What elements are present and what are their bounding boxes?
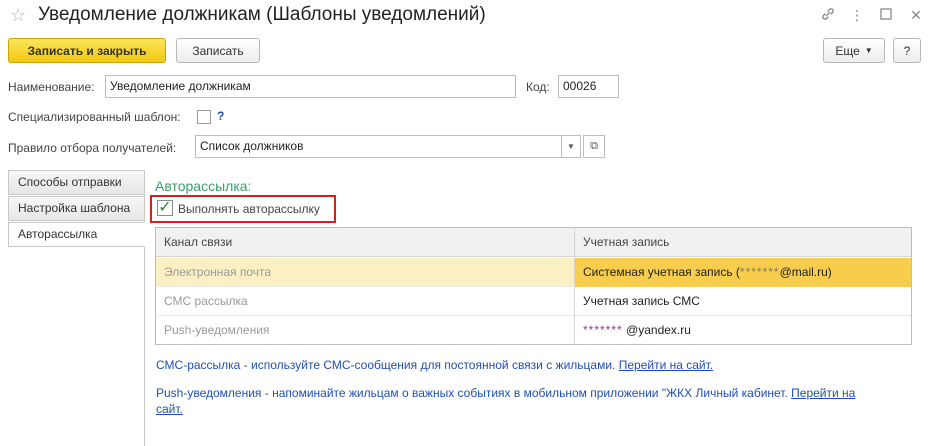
channels-table: Канал связи Учетная запись Электронная п… [155,227,912,345]
name-label: Наименование: [8,80,95,94]
autosend-group-title: Авторассылка: [155,178,252,194]
rule-select[interactable]: Список должников [195,135,562,158]
more-button[interactable]: Еще ▼ [823,38,885,63]
rule-label: Правило отбора получателей: [8,141,177,155]
open-icon[interactable]: ⧉ [583,135,605,158]
account-mask: ******* [583,323,623,337]
sms-info-text: СМС-рассылка - используйте СМС-сообщения… [156,357,916,373]
account-cell: Системная учетная запись (*******@mail.r… [575,258,911,287]
table-row[interactable]: Электронная почта Системная учетная запи… [156,258,911,287]
channel-cell: СМС рассылка [164,294,248,308]
push-site-link[interactable]: Перейти на [791,386,855,400]
code-label: Код: [526,80,550,94]
tab-autosend[interactable]: Авторассылка [8,222,145,247]
push-site-link-continued[interactable]: сайт. [156,402,183,416]
close-icon[interactable]: ✕ [907,6,925,24]
specialized-help-link[interactable]: ? [217,109,224,123]
dropdown-arrow-icon[interactable]: ▼ [562,135,581,158]
column-divider [574,228,575,344]
account-prefix: Системная учетная запись ( [583,265,740,279]
chevron-down-icon: ▼ [864,46,873,55]
page-title: Уведомление должникам (Шаблоны уведомлен… [38,4,486,25]
tab-send-methods[interactable]: Способы отправки [8,170,145,195]
tab-template-settings[interactable]: Настройка шаблона [8,196,145,221]
name-input[interactable]: Уведомление должникам [105,75,516,98]
link-icon[interactable] [819,6,837,24]
specialized-label: Специализированный шаблон: [8,110,181,124]
table-row[interactable]: СМС рассылка Учетная запись СМС [156,287,911,316]
account-mask: ******* [739,265,780,279]
channel-cell: Электронная почта [164,265,272,279]
column-header-channel[interactable]: Канал связи [156,228,574,257]
checkmark-icon: ✓ [158,199,172,216]
channel-cell: Push-уведомления [164,323,270,337]
autosend-checkbox-label[interactable]: Выполнять авторассылку [178,201,320,217]
menu-dots-icon[interactable]: ⋮ [848,6,866,24]
maximize-icon[interactable] [877,6,895,24]
sms-site-link[interactable]: Перейти на сайт. [619,358,713,372]
account-suffix: @mail.ru) [779,265,832,279]
more-button-label: Еще [835,43,860,58]
column-header-account[interactable]: Учетная запись [575,228,911,257]
specialized-checkbox[interactable] [197,110,211,124]
account-prefix: Учетная запись СМС [583,294,700,308]
save-and-close-button[interactable]: Записать и закрыть [8,38,166,63]
help-button[interactable]: ? [893,38,921,63]
table-row[interactable]: Push-уведомления ******* @yandex.ru [156,316,911,345]
save-button[interactable]: Записать [176,38,260,63]
code-input[interactable]: 00026 [558,75,619,98]
sms-info-description: СМС-рассылка - используйте СМС-сообщения… [156,358,619,372]
table-header: Канал связи Учетная запись [156,228,911,257]
push-info-description: Push-уведомления - напоминайте жильцам о… [156,386,792,400]
account-suffix: @yandex.ru [622,323,691,337]
favorite-star-icon[interactable]: ☆ [10,4,26,26]
push-info-text: Push-уведомления - напоминайте жильцам о… [156,385,916,417]
autosend-checkbox[interactable]: ✓ [157,200,173,216]
account-cell: ******* @yandex.ru [575,316,911,345]
account-cell: Учетная запись СМС [575,287,911,316]
